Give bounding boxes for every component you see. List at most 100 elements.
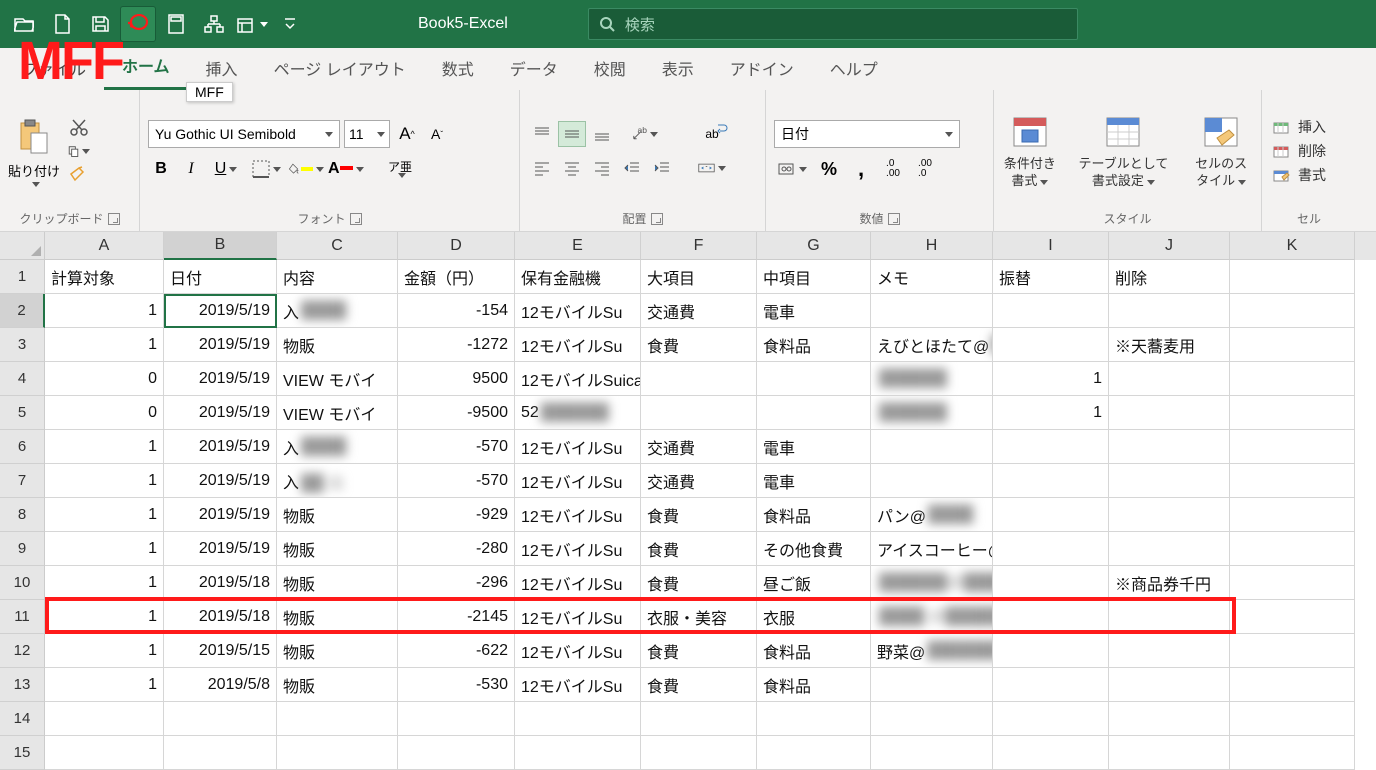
cell-I11[interactable] xyxy=(993,600,1109,634)
cell-K9[interactable] xyxy=(1230,532,1355,566)
cell-G5[interactable] xyxy=(757,396,871,430)
cell-D3[interactable]: -1272 xyxy=(398,328,515,362)
cell-C11[interactable]: 物販 xyxy=(277,600,398,634)
cell-K5[interactable] xyxy=(1230,396,1355,430)
cell-B1[interactable]: 日付 xyxy=(164,260,277,294)
row-header-3[interactable]: 3 xyxy=(0,328,45,362)
cell-H11[interactable]: ████ @████████ xyxy=(871,600,993,634)
cell-I4[interactable]: 1 xyxy=(993,362,1109,396)
cell-I12[interactable] xyxy=(993,634,1109,668)
tab-data[interactable]: データ xyxy=(492,48,576,90)
cell-I3[interactable] xyxy=(993,328,1109,362)
cell-F10[interactable]: 食費 xyxy=(641,566,757,600)
delete-cells-button[interactable]: 削除 xyxy=(1270,140,1326,162)
cell-A2[interactable]: 1 xyxy=(45,294,164,328)
column-header-D[interactable]: D xyxy=(398,232,515,260)
cell-D12[interactable]: -622 xyxy=(398,634,515,668)
row-header-4[interactable]: 4 xyxy=(0,362,45,396)
cell-styles-button[interactable]: セルのスタイル xyxy=(1189,112,1253,190)
cell-C3[interactable]: 物販 xyxy=(277,328,398,362)
cell-B11[interactable]: 2019/5/18 xyxy=(164,600,277,634)
cell-I10[interactable] xyxy=(993,566,1109,600)
cell-H15[interactable] xyxy=(871,736,993,770)
cell-K15[interactable] xyxy=(1230,736,1355,770)
cell-D11[interactable]: -2145 xyxy=(398,600,515,634)
cell-C7[interactable]: 入██ 出 xyxy=(277,464,398,498)
bold-button[interactable]: B xyxy=(148,156,174,182)
cell-A15[interactable] xyxy=(45,736,164,770)
form-icon[interactable] xyxy=(234,6,270,42)
cell-D9[interactable]: -280 xyxy=(398,532,515,566)
cell-I15[interactable] xyxy=(993,736,1109,770)
decrease-font-icon[interactable]: Aˇ xyxy=(424,121,450,147)
percent-button[interactable]: % xyxy=(816,156,842,182)
cell-K8[interactable] xyxy=(1230,498,1355,532)
border-button[interactable] xyxy=(248,156,284,182)
wrap-text-icon[interactable]: ab xyxy=(698,121,726,147)
cell-G12[interactable]: 食料品 xyxy=(757,634,871,668)
cell-E1[interactable]: 保有金融機 xyxy=(515,260,641,294)
cell-I1[interactable]: 振替 xyxy=(993,260,1109,294)
cell-E11[interactable]: 12モバイルSu xyxy=(515,600,641,634)
cell-A1[interactable]: 計算対象 xyxy=(45,260,164,294)
cell-G11[interactable]: 衣服 xyxy=(757,600,871,634)
align-middle-icon[interactable] xyxy=(558,121,586,147)
column-header-I[interactable]: I xyxy=(993,232,1109,260)
cell-J2[interactable] xyxy=(1109,294,1230,328)
cell-I9[interactable] xyxy=(993,532,1109,566)
cell-B10[interactable]: 2019/5/18 xyxy=(164,566,277,600)
row-header-5[interactable]: 5 xyxy=(0,396,45,430)
cell-A4[interactable]: 0 xyxy=(45,362,164,396)
align-center-icon[interactable] xyxy=(558,155,586,181)
cell-J8[interactable] xyxy=(1109,498,1230,532)
cell-A12[interactable]: 1 xyxy=(45,634,164,668)
format-as-table-button[interactable]: テーブルとして書式設定 xyxy=(1076,112,1172,190)
cell-E3[interactable]: 12モバイルSu xyxy=(515,328,641,362)
cell-H6[interactable] xyxy=(871,430,993,464)
cell-E10[interactable]: 12モバイルSu xyxy=(515,566,641,600)
cell-F3[interactable]: 食費 xyxy=(641,328,757,362)
cell-F5[interactable] xyxy=(641,396,757,430)
cell-D1[interactable]: 金額（円） xyxy=(398,260,515,294)
cell-D15[interactable] xyxy=(398,736,515,770)
cell-B14[interactable] xyxy=(164,702,277,736)
decrease-indent-icon[interactable] xyxy=(618,155,646,181)
cell-I8[interactable] xyxy=(993,498,1109,532)
cell-K13[interactable] xyxy=(1230,668,1355,702)
cell-C1[interactable]: 内容 xyxy=(277,260,398,294)
cell-E6[interactable]: 12モバイルSu xyxy=(515,430,641,464)
cell-A3[interactable]: 1 xyxy=(45,328,164,362)
cell-B8[interactable]: 2019/5/19 xyxy=(164,498,277,532)
tab-addins[interactable]: アドイン xyxy=(712,48,812,90)
cell-I6[interactable] xyxy=(993,430,1109,464)
cell-K10[interactable] xyxy=(1230,566,1355,600)
cell-J5[interactable] xyxy=(1109,396,1230,430)
column-header-C[interactable]: C xyxy=(277,232,398,260)
cell-J7[interactable] xyxy=(1109,464,1230,498)
cell-A6[interactable]: 1 xyxy=(45,430,164,464)
cell-H4[interactable]: ██████ xyxy=(871,362,993,396)
cell-J6[interactable] xyxy=(1109,430,1230,464)
cell-J13[interactable] xyxy=(1109,668,1230,702)
format-painter-icon[interactable] xyxy=(68,165,90,185)
cell-H8[interactable]: パン@████ xyxy=(871,498,993,532)
cell-F2[interactable]: 交通費 xyxy=(641,294,757,328)
font-launcher-icon[interactable] xyxy=(350,213,362,225)
cell-F9[interactable]: 食費 xyxy=(641,532,757,566)
font-size-combo[interactable]: 11 xyxy=(344,120,390,148)
column-header-B[interactable]: B xyxy=(164,232,277,260)
cell-B3[interactable]: 2019/5/19 xyxy=(164,328,277,362)
cell-G15[interactable] xyxy=(757,736,871,770)
row-header-1[interactable]: 1 xyxy=(0,260,45,294)
italic-button[interactable]: I xyxy=(178,156,204,182)
cell-G6[interactable]: 電車 xyxy=(757,430,871,464)
cell-A9[interactable]: 1 xyxy=(45,532,164,566)
cell-H1[interactable]: メモ xyxy=(871,260,993,294)
cell-J4[interactable] xyxy=(1109,362,1230,396)
row-header-9[interactable]: 9 xyxy=(0,532,45,566)
font-color-button[interactable]: A xyxy=(328,156,364,182)
cell-E7[interactable]: 12モバイルSu xyxy=(515,464,641,498)
cell-E14[interactable] xyxy=(515,702,641,736)
paste-button[interactable]: 貼り付け xyxy=(8,115,60,187)
tab-formulas[interactable]: 数式 xyxy=(424,48,492,90)
